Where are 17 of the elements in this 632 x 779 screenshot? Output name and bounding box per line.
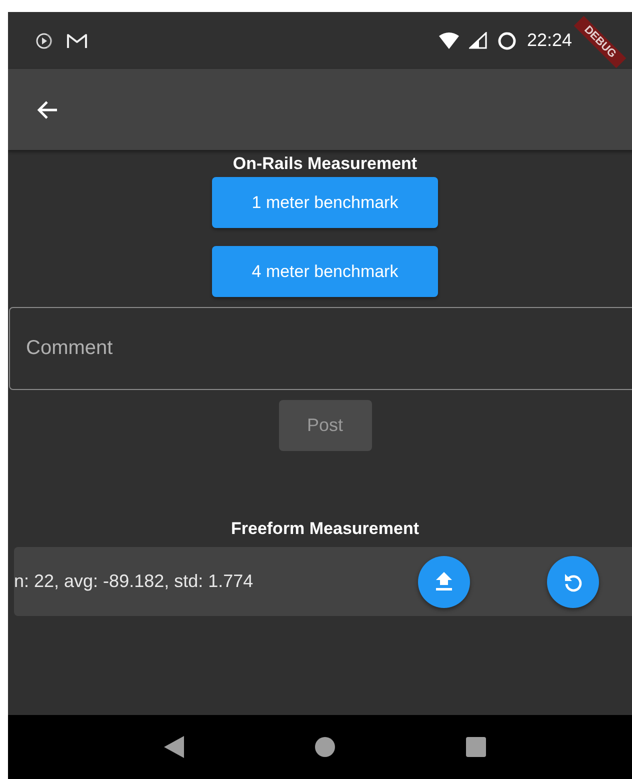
loading-icon bbox=[496, 30, 517, 50]
back-nav-icon[interactable] bbox=[162, 735, 185, 759]
section-title: Freeform Measurement bbox=[230, 519, 419, 539]
upload-button[interactable] bbox=[418, 556, 470, 608]
benchmark-button[interactable]: 4 meter benchmark bbox=[212, 246, 438, 297]
section-title: On-Rails Measurement bbox=[232, 154, 418, 174]
mail-icon bbox=[66, 32, 88, 50]
wifi-icon bbox=[438, 32, 459, 49]
status-time: 22:24 bbox=[526, 30, 572, 51]
recents-nav-icon[interactable] bbox=[465, 736, 488, 758]
comment-field[interactable]: Comment bbox=[9, 307, 632, 390]
home-nav-icon[interactable] bbox=[314, 736, 336, 758]
benchmark-button[interactable]: 1 meter benchmark bbox=[212, 177, 438, 228]
stats-text: n: 22, avg: -89.182, std: 1.774 bbox=[14, 571, 254, 592]
reset-button[interactable] bbox=[547, 556, 599, 608]
signal-icon bbox=[468, 32, 487, 49]
upload-icon bbox=[434, 572, 454, 592]
